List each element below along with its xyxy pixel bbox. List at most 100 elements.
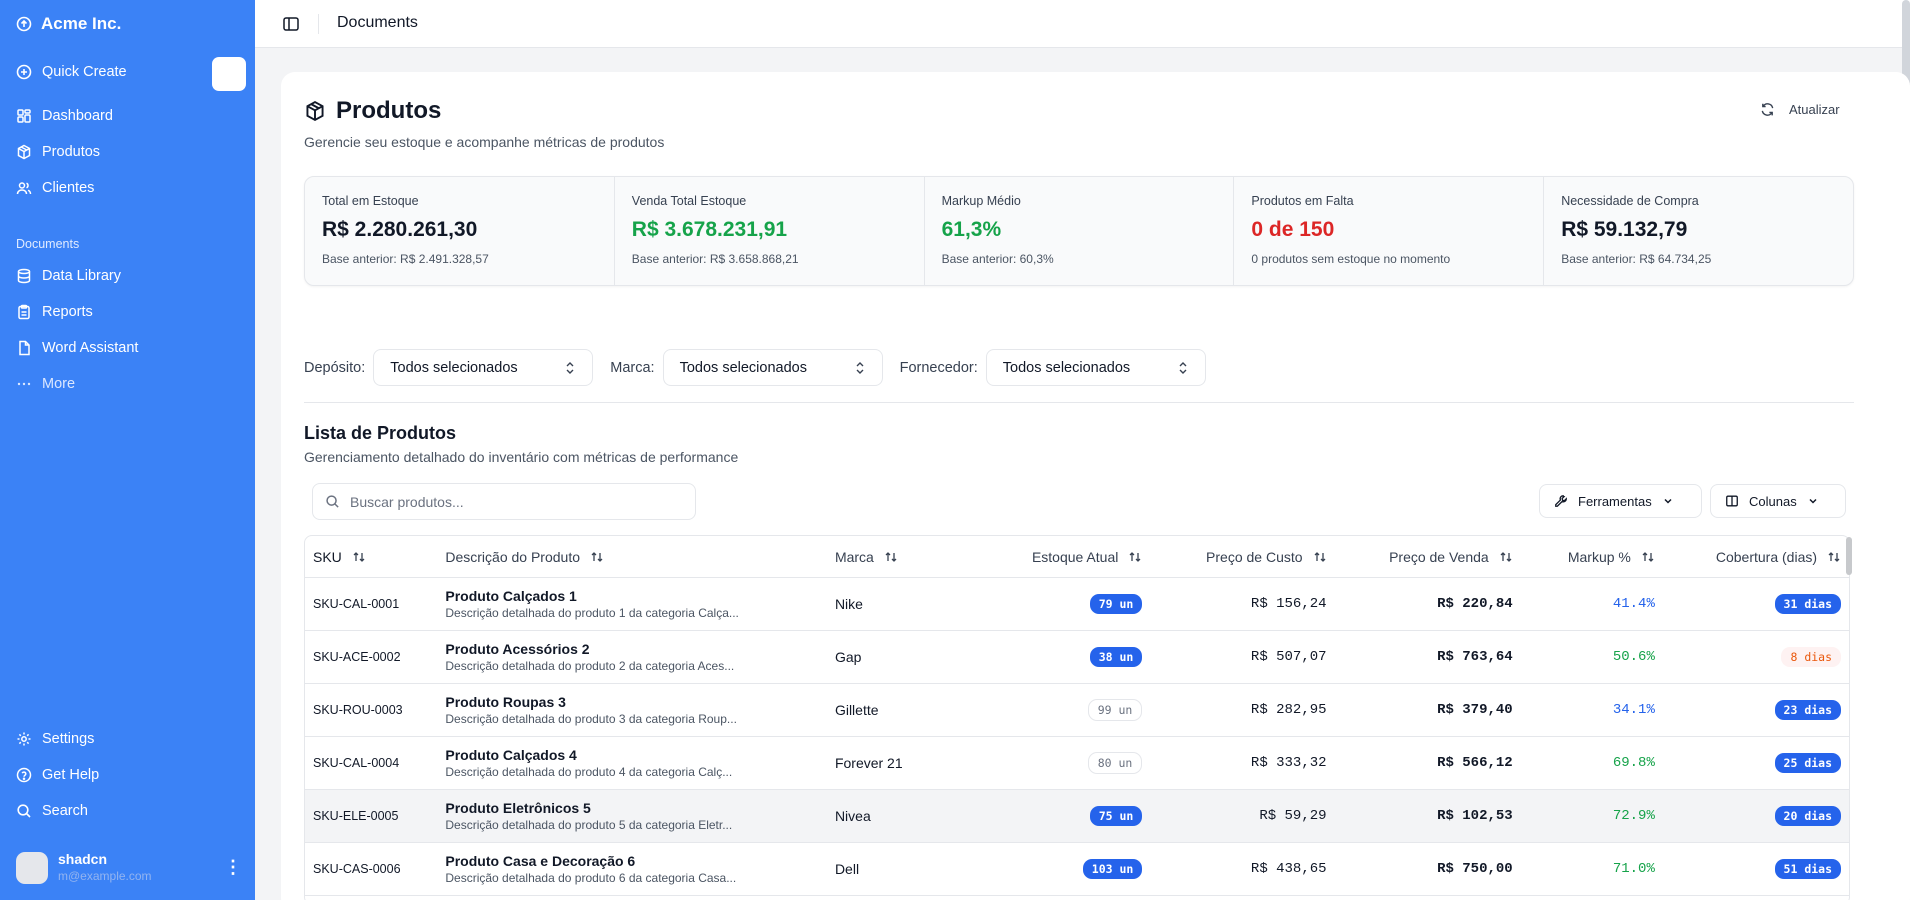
sidebar-toggle-icon[interactable] bbox=[282, 15, 300, 33]
user-name: shadcn bbox=[58, 851, 108, 867]
cell-descricao: Produto Calçados 4 Descrição detalhada do… bbox=[437, 747, 827, 779]
sidebar-item-settings[interactable]: Settings bbox=[16, 731, 94, 747]
produtos-subtitle: Gerencie seu estoque e acompanhe métrica… bbox=[304, 134, 665, 150]
columns-button[interactable]: Colunas bbox=[1710, 484, 1846, 518]
sort-icon[interactable] bbox=[1313, 550, 1327, 564]
select-value: Todos selecionados bbox=[1002, 359, 1131, 376]
coverage-badge: 31 dias bbox=[1774, 594, 1842, 614]
cell-markup: 69.8% bbox=[1612, 755, 1655, 771]
metric-value: 0 de 150 bbox=[1251, 218, 1335, 241]
table-row[interactable]: SKU-CAL-0001 Produto Calçados 1 Descrição … bbox=[305, 578, 1849, 631]
sidebar-item-clientes[interactable]: Clientes bbox=[16, 180, 94, 196]
quick-create-button[interactable]: Quick Create bbox=[16, 64, 127, 80]
cell-sku: SKU-ROU-0003 bbox=[313, 703, 403, 717]
sidebar-item-produtos[interactable]: Produtos bbox=[16, 144, 100, 160]
sort-icon[interactable] bbox=[1827, 550, 1841, 564]
inbox-button[interactable] bbox=[212, 57, 246, 91]
metric-sub: Base anterior: 60,3% bbox=[941, 252, 1054, 266]
table-scrollbar[interactable] bbox=[1846, 537, 1852, 575]
section-documents: Documents bbox=[16, 237, 80, 251]
columns-label: Colunas bbox=[1749, 493, 1797, 509]
product-name: Produto Casa e Decoração 6 bbox=[445, 853, 636, 869]
col-header-marca[interactable]: Marca bbox=[827, 549, 974, 565]
table-row[interactable]: SKU-ACE-0002 Produto Acessórios 2 Descriçã… bbox=[305, 631, 1849, 684]
table-row[interactable]: SKU-CAL-0004 Produto Calçados 4 Descrição … bbox=[305, 737, 1849, 790]
search-icon bbox=[326, 495, 339, 508]
divider bbox=[318, 14, 319, 34]
more-horizontal-icon bbox=[17, 382, 31, 386]
metric-label: Necessidade de Compra bbox=[1561, 194, 1699, 208]
table-row[interactable]: SKU-CAS-0006 Produto Casa e Decoração 6 De… bbox=[305, 843, 1849, 896]
header-label: Descrição do Produto bbox=[445, 548, 581, 565]
stock-badge: 99 un bbox=[1087, 699, 1143, 721]
col-header-sku[interactable]: SKU bbox=[305, 549, 437, 565]
sidebar-item-get-help[interactable]: Get Help bbox=[16, 767, 99, 783]
col-header-cobertura[interactable]: Cobertura (dias) bbox=[1663, 549, 1849, 565]
refresh-button[interactable]: Atualizar bbox=[1760, 102, 1840, 117]
deposito-select[interactable]: Todos selecionados bbox=[373, 349, 594, 386]
sidebar-item-data-library[interactable]: Data Library bbox=[16, 268, 121, 284]
product-description: Descrição detalhada do produto 5 da cate… bbox=[445, 818, 733, 832]
metric-label: Venda Total Estoque bbox=[631, 194, 747, 208]
cell-markup: 41.4% bbox=[1612, 596, 1655, 612]
file-icon bbox=[19, 340, 30, 356]
tools-button[interactable]: Ferramentas bbox=[1539, 484, 1702, 518]
marca-select[interactable]: Todos selecionados bbox=[662, 349, 883, 386]
filter-label-fornecedor: Fornecedor: bbox=[899, 359, 978, 376]
sidebar-item-label: Reports bbox=[42, 304, 93, 320]
coverage-badge: 23 dias bbox=[1774, 700, 1842, 720]
fornecedor-select[interactable]: Todos selecionados bbox=[985, 349, 1206, 386]
col-header-markup[interactable]: Markup % bbox=[1521, 549, 1663, 565]
sort-icon[interactable] bbox=[884, 550, 898, 564]
cell-cobertura: 23 dias bbox=[1663, 700, 1849, 720]
cell-descricao: Produto Casa e Decoração 6 Descrição deta… bbox=[437, 853, 827, 885]
col-header-descricao[interactable]: Descrição do Produto bbox=[437, 549, 827, 565]
col-header-venda[interactable]: Preço de Venda bbox=[1335, 549, 1521, 565]
product-search[interactable] bbox=[312, 483, 696, 520]
cell-markup: 34.1% bbox=[1612, 702, 1655, 718]
cell-venda: R$ 102,53 bbox=[1437, 808, 1513, 824]
search-input[interactable] bbox=[350, 493, 670, 510]
metric-value: 61,3% bbox=[941, 218, 1002, 241]
product-name: Produto Acessórios 2 bbox=[445, 641, 590, 657]
sidebar-item-label: Produtos bbox=[42, 144, 101, 160]
product-name: Produto Calçados 1 bbox=[445, 588, 577, 604]
col-header-custo[interactable]: Preço de Custo bbox=[1150, 549, 1334, 565]
user-profile[interactable]: shadcn m@example.com bbox=[16, 851, 152, 884]
avatar bbox=[16, 851, 48, 884]
user-menu-icon[interactable]: ⋮ bbox=[224, 858, 242, 876]
metric-label: Total em Estoque bbox=[322, 194, 419, 208]
sidebar-item-reports[interactable]: Reports bbox=[16, 304, 93, 320]
sidebar-item-dashboard[interactable]: Dashboard bbox=[16, 108, 113, 124]
coverage-badge: 20 dias bbox=[1774, 806, 1842, 826]
sort-icon[interactable] bbox=[1128, 550, 1142, 564]
metric-necessidade-compra: Necessidade de Compra R$ 59.132,79 Base … bbox=[1544, 177, 1853, 285]
sort-icon[interactable] bbox=[590, 550, 604, 564]
product-name: Produto Eletrônicos 5 bbox=[445, 800, 591, 816]
col-header-estoque[interactable]: Estoque Atual bbox=[974, 549, 1150, 565]
metric-total-estoque: Total em Estoque R$ 2.280.261,30 Base an… bbox=[305, 177, 615, 285]
sidebar-item-label: Get Help bbox=[42, 767, 100, 783]
sort-icon[interactable] bbox=[1499, 550, 1513, 564]
sidebar-item-label: More bbox=[42, 376, 76, 392]
table-row[interactable]: SKU-ELE-0005 Produto Eletrônicos 5 Descriç… bbox=[305, 790, 1849, 843]
sort-icon[interactable] bbox=[1641, 550, 1655, 564]
sort-icon[interactable] bbox=[352, 550, 366, 564]
refresh-icon bbox=[1761, 103, 1774, 116]
sidebar-item-word-assistant[interactable]: Word Assistant bbox=[16, 340, 138, 356]
package-icon bbox=[306, 100, 324, 122]
metric-sub: 0 produtos sem estoque no momento bbox=[1251, 252, 1451, 266]
sidebar-item-more[interactable]: More bbox=[16, 376, 75, 392]
brand[interactable]: Acme Inc. bbox=[16, 14, 121, 34]
database-icon bbox=[17, 268, 31, 284]
metric-markup-medio: Markup Médio 61,3% Base anterior: 60,3% bbox=[925, 177, 1235, 285]
metric-sub: Base anterior: R$ 2.491.328,57 bbox=[322, 252, 489, 266]
sidebar-item-search[interactable]: Search bbox=[16, 803, 88, 819]
table-row[interactable]: SKU-ROU-0003 Produto Roupas 3 Descrição de… bbox=[305, 684, 1849, 737]
cell-estoque: 38 un bbox=[974, 647, 1150, 667]
cell-custo: R$ 333,32 bbox=[1250, 755, 1327, 771]
sidebar-item-label: Word Assistant bbox=[42, 340, 139, 356]
produtos-title: Produtos bbox=[336, 97, 442, 124]
topbar: Documents bbox=[255, 0, 1910, 48]
wrench-icon bbox=[1555, 495, 1567, 507]
